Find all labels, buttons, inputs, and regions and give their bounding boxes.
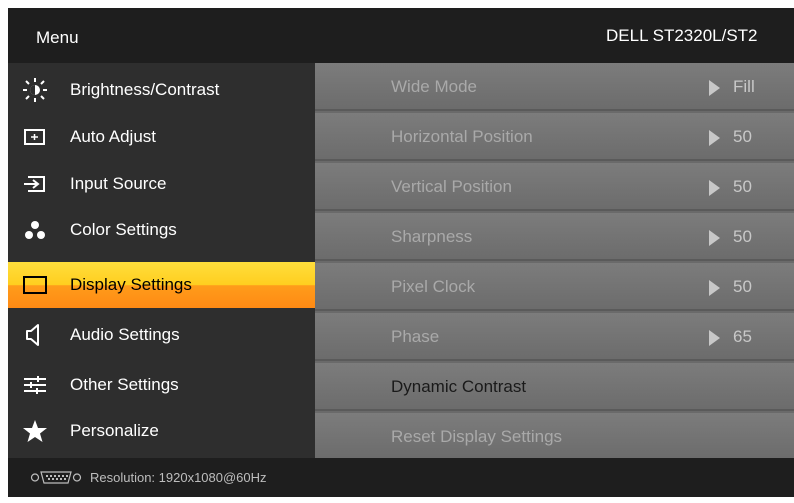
option-horizontal-position[interactable]: Horizontal Position 50 [315,113,794,161]
submenu-arrow-icon [709,230,720,246]
option-reset-display-settings[interactable]: Reset Display Settings [315,413,794,458]
brightness-icon [23,78,47,102]
sidebar-item-auto-adjust[interactable]: Auto Adjust [8,114,315,160]
option-label: Vertical Position [391,177,512,196]
display-settings-icon [23,276,47,294]
sidebar-item-other-settings[interactable]: Other Settings [8,362,315,408]
monitor-osd-menu: Menu DELL ST2320L/ST2 Brightness/Contras… [8,8,794,497]
sidebar-item-brightness-contrast[interactable]: Brightness/Contrast [8,67,315,113]
category-sidebar: Brightness/Contrast Auto Adjust Input So… [8,63,315,458]
option-value: Fill [733,77,755,96]
option-wide-mode[interactable]: Wide Mode Fill [315,63,794,111]
option-phase[interactable]: Phase 65 [315,313,794,361]
option-sharpness[interactable]: Sharpness 50 [315,213,794,261]
option-value: 50 [733,177,752,196]
option-value: 50 [733,277,752,296]
sidebar-item-label: Brightness/Contrast [70,80,220,99]
option-value: 50 [733,127,752,146]
sidebar-item-color-settings[interactable]: Color Settings [8,207,315,253]
speaker-icon [26,324,39,346]
sliders-icon [24,376,46,394]
star-icon [23,420,47,442]
option-label: Phase [391,327,440,346]
submenu-arrow-icon [709,280,720,296]
submenu-arrow-icon [709,330,720,346]
monitor-model-name: DELL ST2320L/ST2 [606,26,758,45]
submenu-arrow-icon [709,130,720,146]
sidebar-item-label: Audio Settings [70,325,180,344]
vga-connector-icon [30,471,82,484]
page-left-edge [0,0,2,503]
title-bar: Menu DELL ST2320L/ST2 [8,8,794,63]
option-value: 50 [733,227,752,246]
option-value: 65 [733,327,752,346]
sidebar-item-label: Input Source [70,174,167,193]
sidebar-item-label: Color Settings [70,220,177,239]
submenu-arrow-icon [709,80,720,96]
sidebar-item-personalize[interactable]: Personalize [8,408,315,454]
input-source-icon [24,176,45,192]
option-vertical-position[interactable]: Vertical Position 50 [315,163,794,211]
menu-title: Menu [36,28,79,47]
option-label: Horizontal Position [391,127,533,146]
resolution-readout: Resolution: 1920x1080@60Hz [90,470,267,485]
sidebar-item-input-source[interactable]: Input Source [8,161,315,207]
display-settings-panel: Wide Mode Fill Horizontal Position 50 Ve… [315,63,794,458]
sidebar-item-audio-settings[interactable]: Audio Settings [8,312,315,358]
option-label: Sharpness [391,227,473,246]
status-footer: Resolution: 1920x1080@60Hz [8,458,794,497]
sidebar-item-display-settings[interactable]: Display Settings [8,262,315,308]
option-label: Pixel Clock [391,277,476,296]
option-label: Reset Display Settings [391,427,563,446]
submenu-arrow-icon [709,180,720,196]
option-dynamic-contrast[interactable]: Dynamic Contrast [315,363,794,411]
sidebar-item-label: Auto Adjust [70,127,157,146]
sidebar-item-label: Personalize [70,421,159,440]
option-label: Dynamic Contrast [391,377,527,396]
color-settings-icon [25,221,45,239]
sidebar-item-label: Other Settings [70,375,179,394]
auto-adjust-icon [24,129,45,145]
option-label: Wide Mode [391,77,477,96]
sidebar-item-label: Display Settings [70,275,192,294]
option-pixel-clock[interactable]: Pixel Clock 50 [315,263,794,311]
